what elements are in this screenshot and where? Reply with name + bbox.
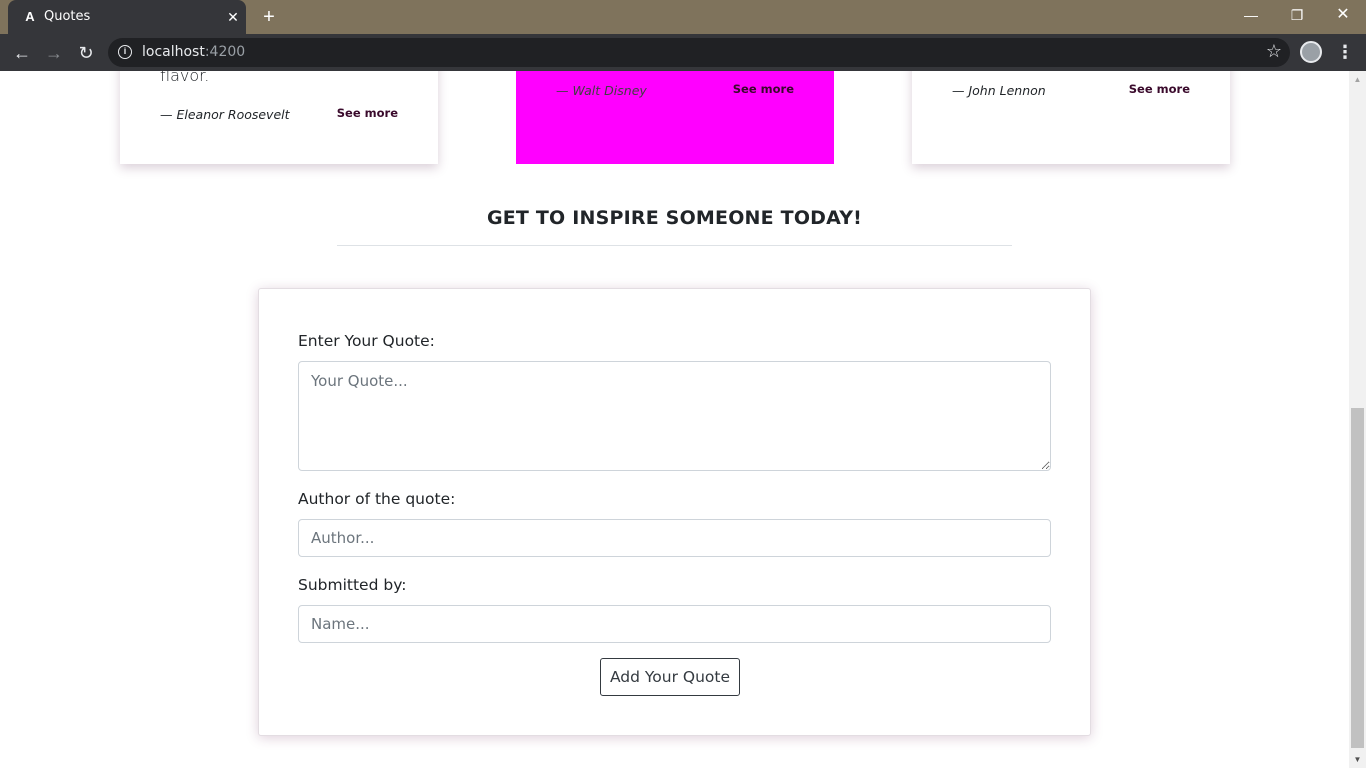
address-bar[interactable]: i localhost:4200 ☆: [108, 38, 1290, 67]
angular-favicon-icon: A: [25, 9, 35, 24]
back-arrow-icon[interactable]: ←: [9, 40, 35, 66]
reload-icon[interactable]: ↻: [73, 40, 99, 66]
browser-tab[interactable]: A Quotes ✕: [8, 0, 246, 34]
quote-label: Enter Your Quote:: [298, 332, 435, 350]
minimize-icon[interactable]: —: [1228, 0, 1274, 30]
browser-titlebar: A Quotes ✕ + — ❐ ✕: [0, 0, 1366, 34]
add-quote-form: Enter Your Quote: Author of the quote: S…: [258, 288, 1091, 736]
submitter-input[interactable]: [298, 605, 1051, 643]
forward-arrow-icon[interactable]: →: [41, 40, 67, 66]
quote-author: — John Lennon: [952, 83, 1046, 98]
section-heading: GET TO INSPIRE SOMEONE TODAY!: [486, 207, 863, 229]
quote-card: — Walt Disney See more: [516, 71, 834, 164]
browser-toolbar: ← → ↻ i localhost:4200 ☆ ⋮: [0, 34, 1366, 71]
page-scrollbar[interactable]: ▲ ▼: [1349, 71, 1366, 768]
add-quote-button[interactable]: Add Your Quote: [600, 658, 740, 696]
quote-author: — Eleanor Roosevelt: [160, 107, 290, 122]
url-port: :4200: [204, 44, 246, 60]
quote-textarea[interactable]: [298, 361, 1051, 471]
quote-text: flavor.: [160, 71, 210, 85]
close-window-icon[interactable]: ✕: [1320, 0, 1366, 30]
page-viewport: flavor. — Eleanor Roosevelt See more — W…: [0, 71, 1349, 768]
quote-card: — John Lennon See more: [912, 71, 1230, 164]
scroll-down-arrow-icon[interactable]: ▼: [1349, 751, 1366, 768]
scroll-up-arrow-icon[interactable]: ▲: [1349, 71, 1366, 88]
quote-card: flavor. — Eleanor Roosevelt See more: [120, 71, 438, 164]
new-tab-icon[interactable]: +: [258, 6, 280, 28]
author-input[interactable]: [298, 519, 1051, 557]
see-more-link[interactable]: See more: [1129, 82, 1190, 96]
kebab-menu-icon[interactable]: ⋮: [1336, 40, 1354, 64]
url-host: localhost: [142, 44, 205, 60]
author-label: Author of the quote:: [298, 490, 456, 508]
profile-avatar[interactable]: [1300, 41, 1322, 63]
close-tab-icon[interactable]: ✕: [224, 8, 242, 26]
submitter-label: Submitted by:: [298, 576, 407, 594]
bookmark-star-icon[interactable]: ☆: [1266, 41, 1282, 62]
site-info-icon[interactable]: i: [118, 45, 132, 59]
quote-author: — Walt Disney: [556, 83, 647, 98]
see-more-link[interactable]: See more: [733, 82, 794, 96]
scrollbar-thumb[interactable]: [1351, 408, 1364, 748]
tab-title: Quotes: [44, 9, 91, 24]
section-divider: [337, 245, 1012, 246]
restore-icon[interactable]: ❐: [1274, 0, 1320, 30]
see-more-link[interactable]: See more: [337, 106, 398, 120]
url-text: localhost:4200: [142, 44, 245, 60]
